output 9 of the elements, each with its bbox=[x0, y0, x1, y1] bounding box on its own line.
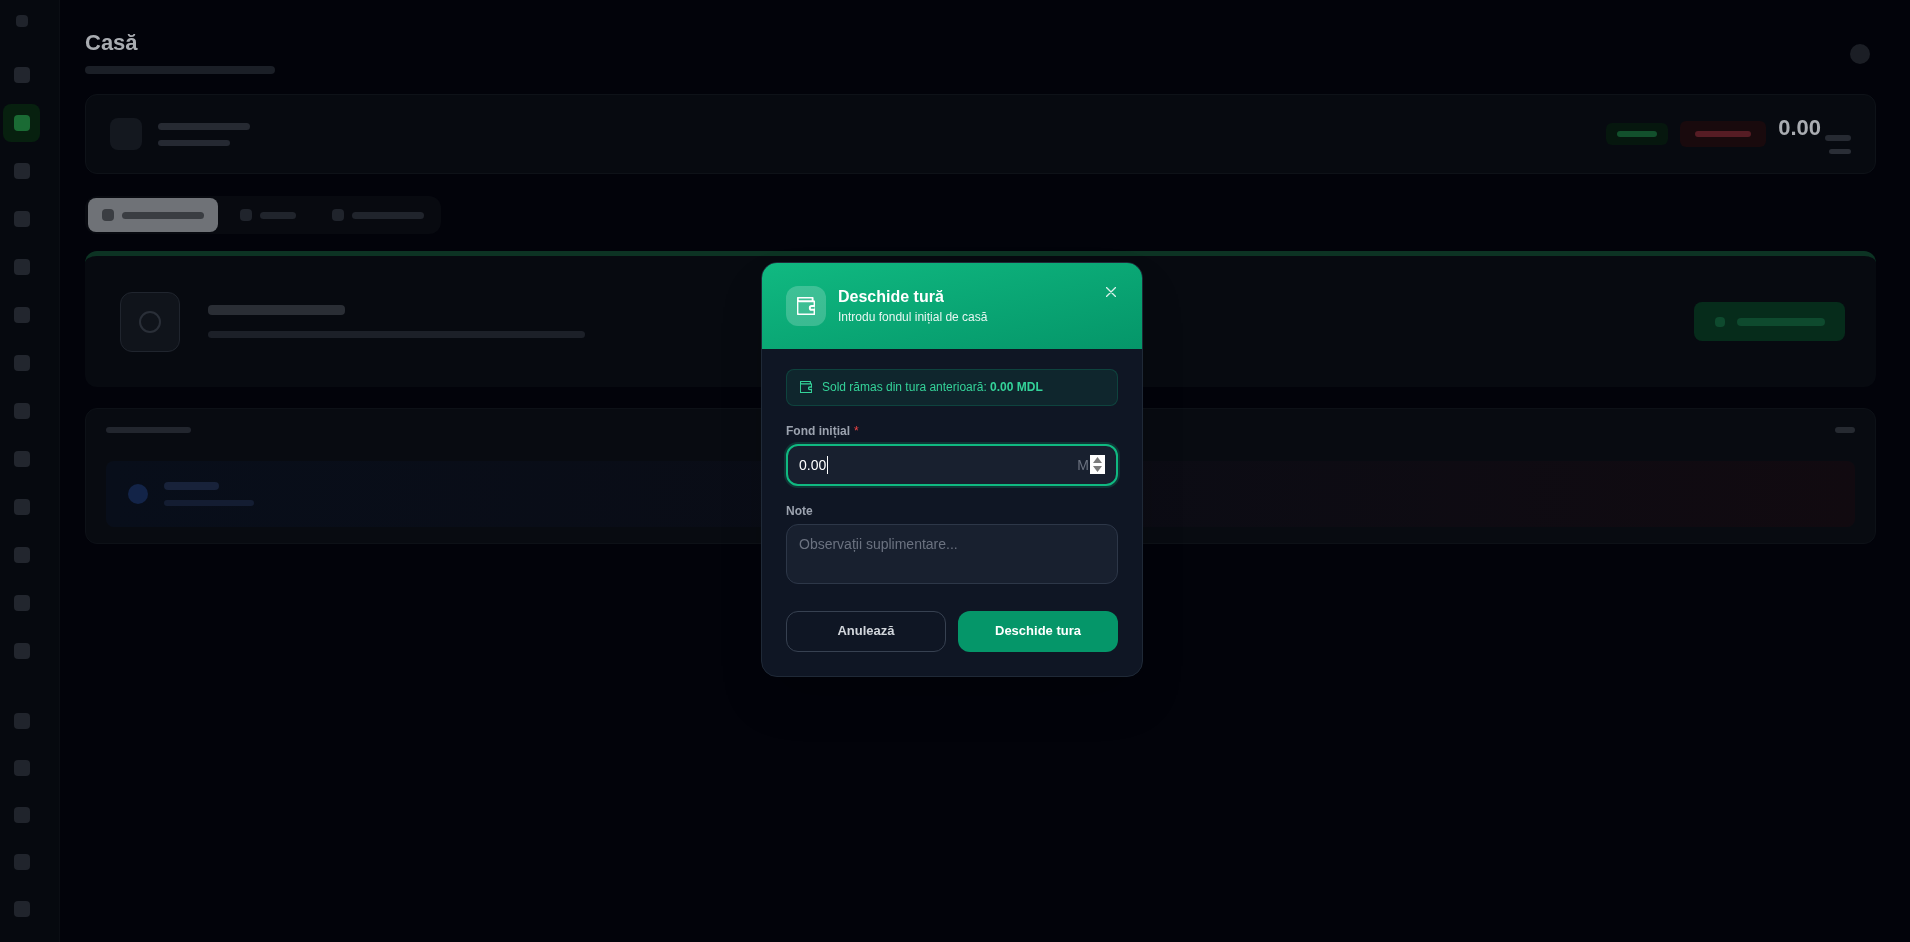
field-label: Fond inițial bbox=[786, 422, 850, 440]
dialog-title: Deschide tură bbox=[838, 286, 945, 307]
field-label: Note bbox=[786, 502, 813, 520]
page-title: Casă bbox=[85, 30, 139, 56]
balance-amount: 0.00 bbox=[1778, 114, 1821, 141]
currency-label: M bbox=[1077, 455, 1089, 474]
required-mark: * bbox=[854, 422, 859, 440]
dialog-subtitle: Introdu fondul inițial de casă bbox=[838, 308, 989, 326]
notice-text: Sold rămas din tura anterioară: 0.00 MDL bbox=[822, 379, 1043, 396]
